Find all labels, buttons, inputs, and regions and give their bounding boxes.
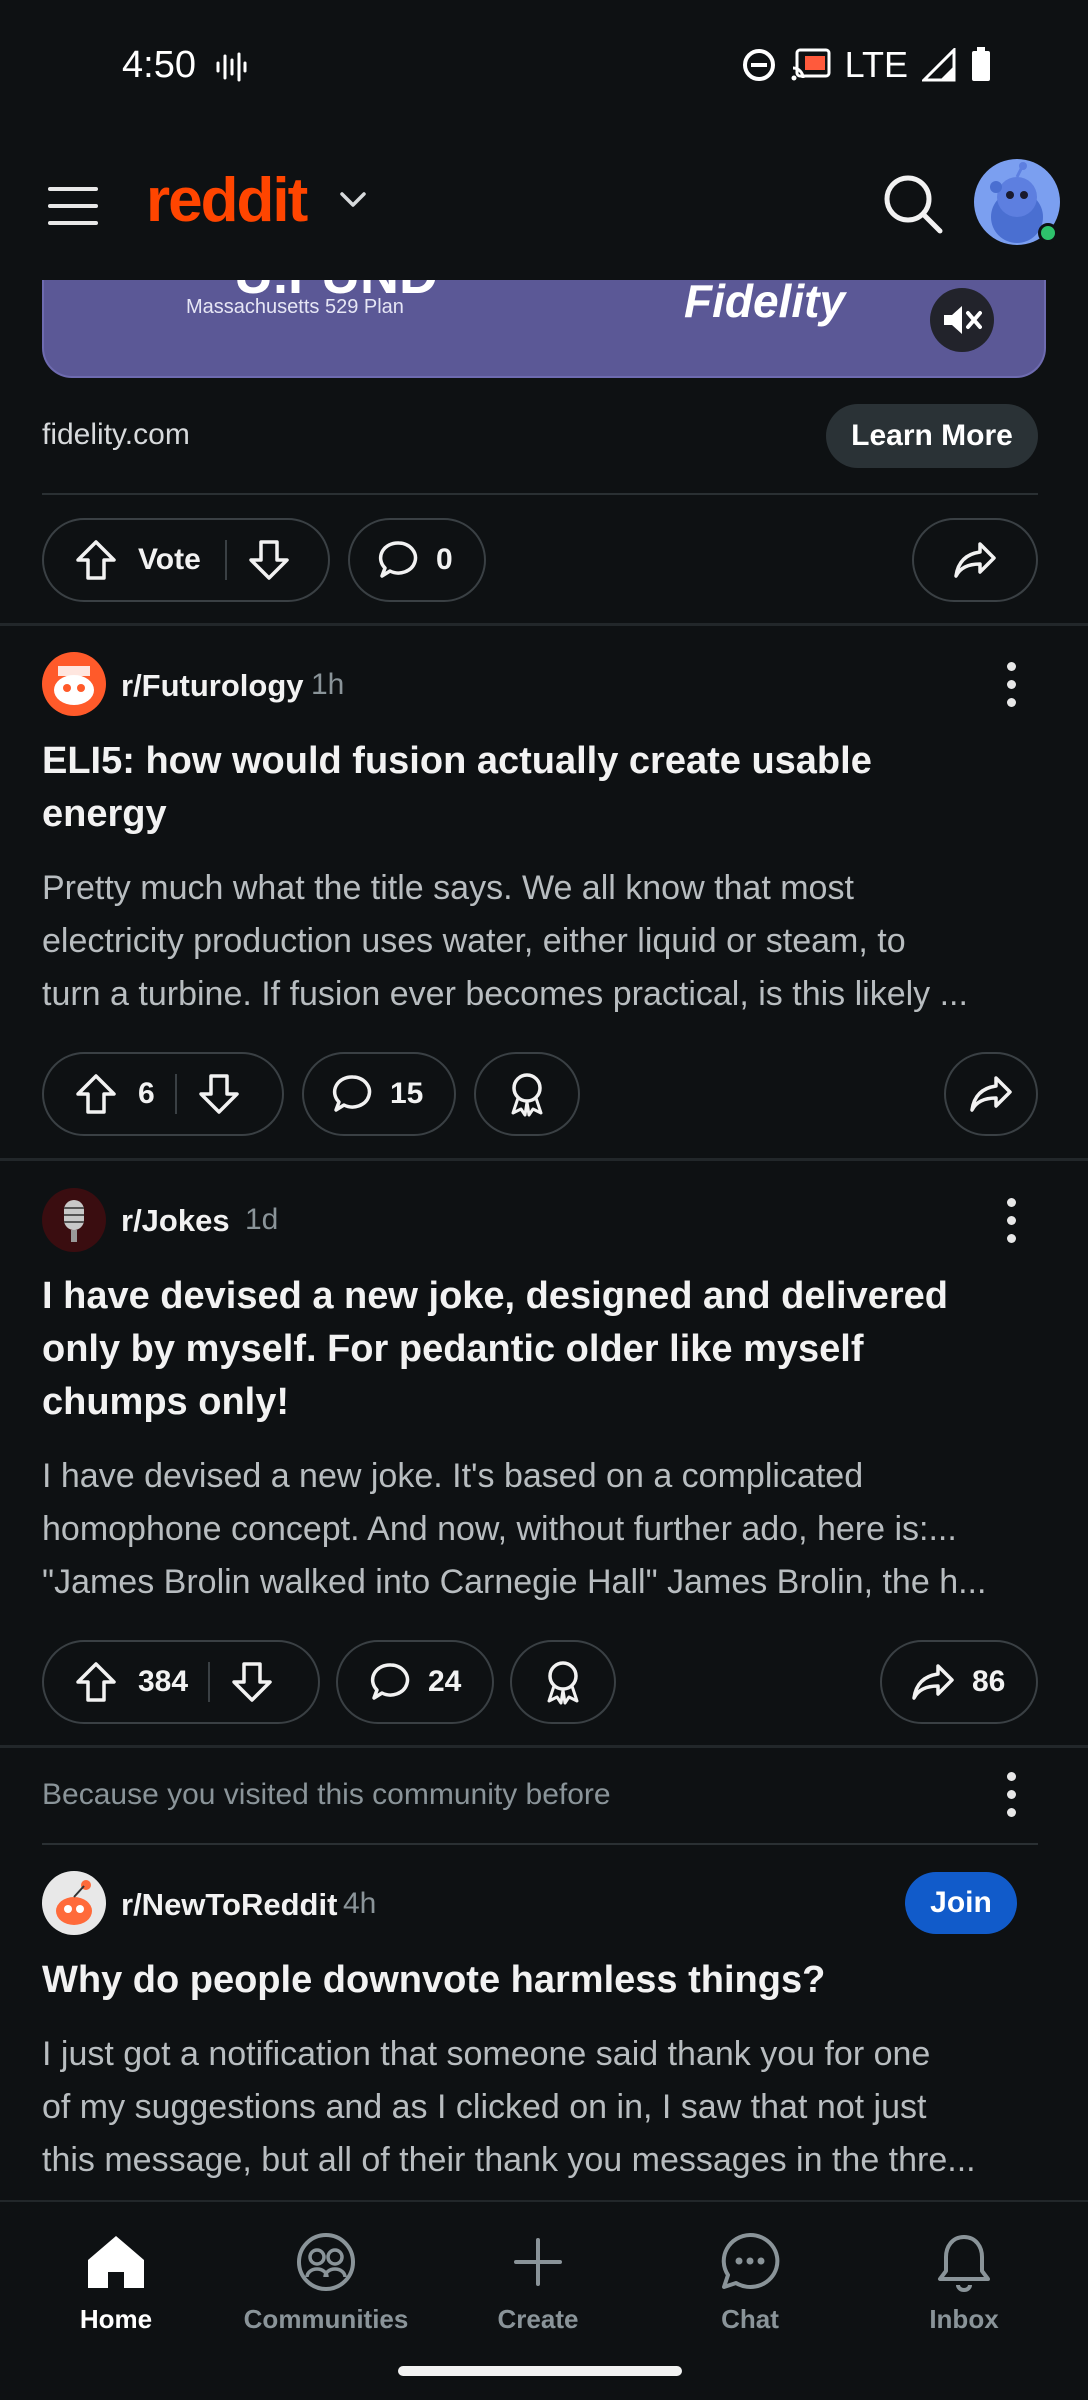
comment-count: 0 (436, 543, 453, 576)
more-options-icon[interactable] (996, 1772, 1026, 1822)
nav-home[interactable]: Home (26, 2226, 206, 2335)
comment-icon (370, 1663, 410, 1700)
award-icon (547, 1661, 579, 1705)
divider (42, 1843, 1038, 1845)
post-body[interactable]: I just got a notification that someone s… (42, 2028, 1042, 2187)
home-indicator[interactable] (398, 2366, 682, 2376)
post-age: 4h (343, 1887, 377, 1920)
nav-label: Home (79, 2304, 153, 2334)
bell-icon (938, 2235, 990, 2292)
snoo-icon (56, 1880, 92, 1925)
post-body[interactable]: Pretty much what the title says. We all … (42, 862, 1042, 1021)
vote-control: 384 (42, 1640, 320, 1724)
ad-subtitle: Massachusetts 529 Plan (186, 296, 404, 318)
subreddit-name[interactable]: r/Jokes (121, 1203, 230, 1239)
share-button[interactable] (912, 518, 1038, 602)
nav-create[interactable]: Create (448, 2226, 628, 2335)
communities-icon (297, 2233, 355, 2291)
speaker-muted-icon (944, 306, 982, 334)
learn-more-button[interactable]: Learn More (826, 404, 1038, 468)
microphone-icon (64, 1200, 84, 1242)
subreddit-icon-futurology[interactable] (42, 652, 106, 716)
post-body[interactable]: I have devised a new joke. It's based on… (42, 1450, 1042, 1609)
app-header: reddit (0, 135, 1088, 280)
network-type: LTE (844, 44, 908, 85)
nav-label: Inbox (929, 2304, 999, 2334)
share-button[interactable] (944, 1052, 1038, 1136)
status-icons: LTE (741, 44, 992, 86)
nav-label: Create (497, 2304, 579, 2334)
subreddit-name[interactable]: r/NewToReddit (121, 1887, 337, 1923)
post-separator (0, 623, 1088, 626)
chevron-down-icon[interactable] (338, 190, 368, 210)
share-button[interactable]: 86 (880, 1640, 1038, 1724)
upvote-icon[interactable] (74, 1072, 118, 1116)
subreddit-name[interactable]: r/Futurology (121, 668, 304, 704)
nav-label: Communities (243, 2304, 409, 2334)
nav-inbox[interactable]: Inbox (874, 2226, 1054, 2335)
downvote-icon[interactable] (230, 1660, 274, 1704)
post-title[interactable]: ELI5: how would fusion actually create u… (42, 735, 1042, 841)
mute-button[interactable] (930, 288, 994, 352)
search-icon[interactable] (880, 171, 946, 237)
home-icon (88, 2236, 144, 2288)
share-icon (970, 1076, 1012, 1112)
comment-icon (332, 1075, 372, 1112)
status-bar: 4:50 LTE (0, 0, 1088, 135)
more-options-icon[interactable] (996, 662, 1026, 712)
vote-count: 6 (138, 1077, 155, 1110)
upvote-icon[interactable] (74, 538, 118, 582)
award-icon (511, 1073, 543, 1117)
vote-label: Vote (138, 543, 201, 576)
nav-chat[interactable]: Chat (660, 2226, 840, 2335)
ad-brand: Fidelity (684, 280, 846, 327)
upvote-icon[interactable] (74, 1660, 118, 1704)
share-count: 86 (972, 1665, 1006, 1698)
comment-count: 15 (390, 1077, 424, 1110)
plus-icon (514, 2238, 562, 2286)
vote-control: Vote (42, 518, 330, 602)
post-separator (0, 1745, 1088, 1748)
award-button[interactable] (474, 1052, 580, 1136)
vote-control: 6 (42, 1052, 284, 1136)
downvote-icon[interactable] (197, 1072, 241, 1116)
battery-icon (972, 47, 990, 81)
cast-icon (791, 48, 831, 81)
post-title[interactable]: Why do people downvote harmless things? (42, 1954, 1042, 2007)
status-time: 4:50 (122, 44, 196, 86)
share-icon (912, 1664, 954, 1700)
audio-wave-icon (216, 52, 247, 82)
comments-button[interactable]: 24 (336, 1640, 494, 1724)
comment-count: 24 (428, 1665, 462, 1698)
subreddit-icon-newtoreddit[interactable] (42, 1871, 106, 1935)
divider (42, 493, 1038, 495)
comments-button[interactable]: 0 (348, 518, 486, 602)
dnd-icon (742, 49, 775, 81)
reddit-logo[interactable]: reddit (146, 165, 308, 236)
snoo-icon (54, 666, 94, 705)
comment-icon (378, 541, 418, 578)
post-age: 1h (311, 668, 345, 701)
nav-label: Chat (721, 2304, 779, 2334)
subreddit-icon-jokes[interactable] (42, 1188, 106, 1252)
post-title[interactable]: I have devised a new joke, designed and … (42, 1270, 1042, 1429)
share-icon (954, 542, 996, 578)
comments-button[interactable]: 15 (302, 1052, 456, 1136)
vote-count: 384 (138, 1665, 189, 1698)
post-age: 1d (245, 1203, 279, 1236)
downvote-icon[interactable] (247, 538, 291, 582)
join-button[interactable]: Join (905, 1872, 1017, 1934)
post-separator (0, 1158, 1088, 1161)
award-button[interactable] (510, 1640, 616, 1724)
menu-icon[interactable] (48, 187, 98, 227)
ad-banner-image[interactable]: U.FUND Massachusetts 529 Plan Fidelity (42, 280, 1046, 378)
signal-icon (922, 48, 956, 82)
recommendation-reason: Because you visited this community befor… (42, 1778, 611, 1811)
chat-icon (721, 2232, 780, 2289)
more-options-icon[interactable] (996, 1198, 1026, 1248)
nav-communities[interactable]: Communities (236, 2226, 416, 2335)
online-status-dot (1038, 223, 1058, 243)
ad-domain[interactable]: fidelity.com (42, 418, 190, 452)
